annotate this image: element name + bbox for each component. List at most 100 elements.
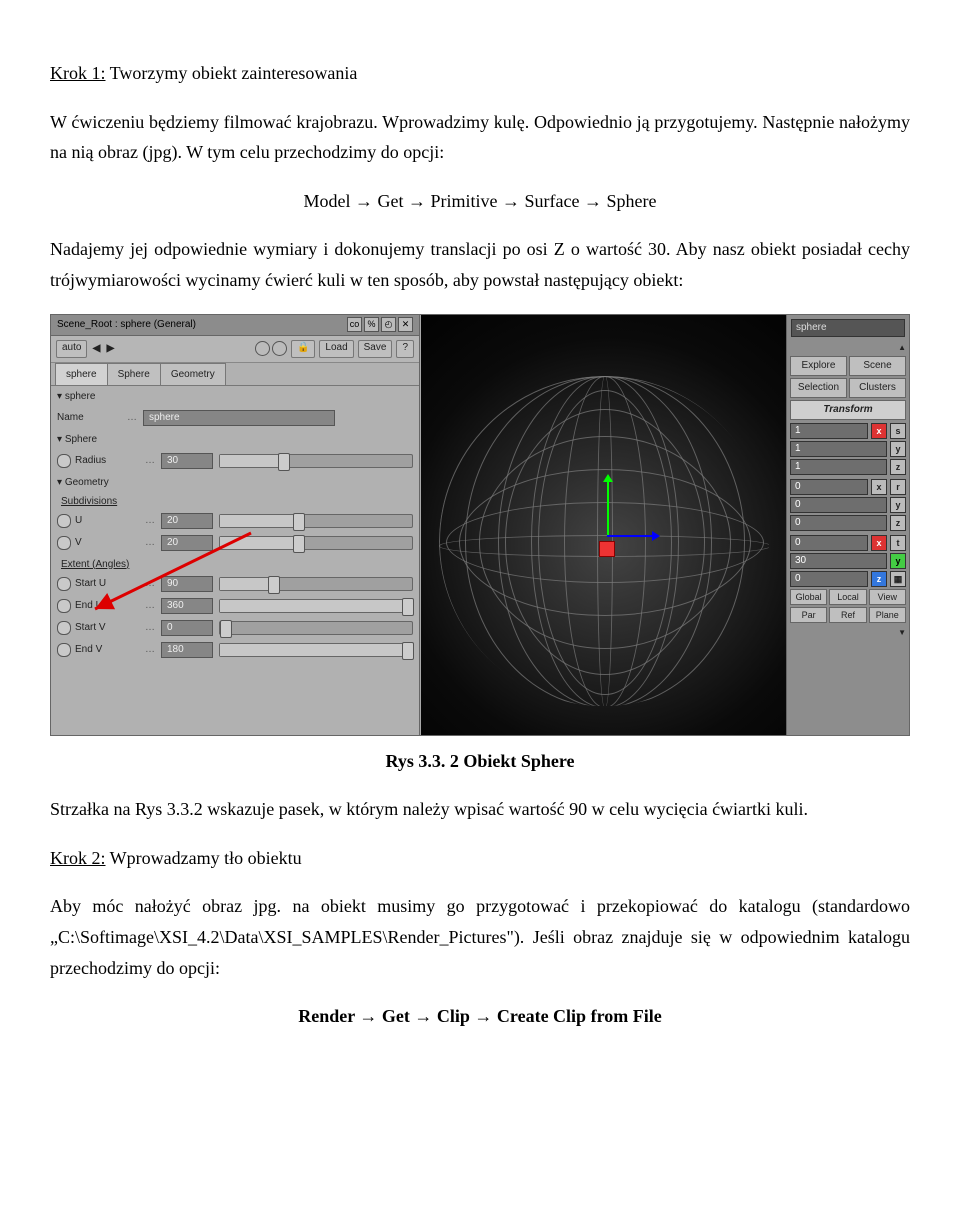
startv-anim-toggle[interactable] xyxy=(57,621,71,635)
z-axis-toggle[interactable]: z xyxy=(890,459,906,475)
transform-button[interactable]: Transform xyxy=(790,400,906,420)
geometry-group-toggle[interactable]: ▾ Geometry xyxy=(57,474,413,491)
ty-axis-toggle[interactable]: y xyxy=(890,553,906,569)
help-button[interactable]: ? xyxy=(396,340,414,358)
close-icon[interactable]: ✕ xyxy=(398,317,413,332)
startv-row: Start V … 0 xyxy=(51,617,419,639)
y-axis-icon xyxy=(607,477,609,535)
scene-button[interactable]: Scene xyxy=(849,356,906,376)
figure-caption: Rys 3.3. 2 Obiekt Sphere xyxy=(50,746,910,777)
endu-row: End U … 360 xyxy=(51,595,419,617)
prev-sibling-button[interactable]: ◀ xyxy=(91,340,101,357)
z-axis-icon xyxy=(607,535,657,537)
startu-input[interactable]: 90 xyxy=(161,576,213,592)
endv-slider[interactable] xyxy=(219,643,413,657)
search-input[interactable]: sphere xyxy=(791,319,905,337)
global-button[interactable]: Global xyxy=(790,589,827,605)
tab-geometry[interactable]: Geometry xyxy=(160,363,226,385)
tz-input[interactable]: 0 xyxy=(790,571,868,587)
node-toggle[interactable]: ▾ sphere xyxy=(57,388,413,405)
local-button[interactable]: Local xyxy=(829,589,866,605)
name-input[interactable]: sphere xyxy=(143,410,335,426)
view-button[interactable]: View xyxy=(869,589,906,605)
radius-slider[interactable] xyxy=(219,454,413,468)
step2-label: Krok 2: xyxy=(50,848,106,868)
panel-toolbar: auto ◀ ▶ 🔒 Load Save ? xyxy=(51,336,419,363)
property-panel: Scene_Root : sphere (General) co % ◴ ✕ a… xyxy=(51,315,420,735)
toolbar-icon-b[interactable] xyxy=(272,341,287,356)
tab-sphere-obj[interactable]: sphere xyxy=(55,363,108,385)
sx-input[interactable]: 1 xyxy=(790,423,868,439)
viewport-3d[interactable] xyxy=(421,315,787,735)
sphere-group-toggle[interactable]: ▾ Sphere xyxy=(57,431,413,448)
tx-input[interactable]: 0 xyxy=(790,535,868,551)
ref-button[interactable]: Ref xyxy=(829,607,866,623)
startu-anim-toggle[interactable] xyxy=(57,577,71,591)
startu-slider[interactable] xyxy=(219,577,413,591)
panel-title-bar: Scene_Root : sphere (General) co % ◴ ✕ xyxy=(51,315,419,336)
sz-input[interactable]: 1 xyxy=(790,459,887,475)
s-mode-button[interactable]: s xyxy=(890,423,906,439)
radius-anim-toggle[interactable] xyxy=(57,454,71,468)
endu-input[interactable]: 360 xyxy=(161,598,213,614)
u-row: U … 20 xyxy=(51,510,419,532)
plane-button[interactable]: Plane xyxy=(869,607,906,623)
t-extra-icon[interactable]: ▦ xyxy=(890,571,906,587)
v-input[interactable]: 20 xyxy=(161,535,213,551)
startv-slider[interactable] xyxy=(219,621,413,635)
sy-input[interactable]: 1 xyxy=(790,441,887,457)
pin-icon[interactable]: ◴ xyxy=(381,317,396,332)
scroll-up-icon[interactable]: ▲ xyxy=(898,341,906,355)
step1-heading: Krok 1: Tworzymy obiekt zainteresowania xyxy=(50,58,910,89)
tab-sphere-prim[interactable]: Sphere xyxy=(107,363,161,385)
v-anim-toggle[interactable] xyxy=(57,536,71,550)
endu-slider[interactable] xyxy=(219,599,413,613)
clip-icon[interactable]: % xyxy=(364,317,379,332)
post-figure-para: Strzałka na Rys 3.3.2 wskazuje pasek, w … xyxy=(50,794,910,825)
auto-button[interactable]: auto xyxy=(56,340,87,358)
startu-label: Start U xyxy=(75,575,145,592)
startv-input[interactable]: 0 xyxy=(161,620,213,636)
u-anim-toggle[interactable] xyxy=(57,514,71,528)
endu-anim-toggle[interactable] xyxy=(57,599,71,613)
command-panel: sphere ▲ Explore Scene Selection Cluster… xyxy=(786,315,909,735)
step1-title: Tworzymy obiekt zainteresowania xyxy=(106,63,358,83)
rx-input[interactable]: 0 xyxy=(790,479,868,495)
u-slider[interactable] xyxy=(219,514,413,528)
panel-tabs: sphere Sphere Geometry xyxy=(51,363,419,386)
step1-label: Krok 1: xyxy=(50,63,106,83)
x-axis-toggle[interactable]: x xyxy=(871,423,887,439)
rz-axis-toggle[interactable]: z xyxy=(890,515,906,531)
endv-label: End V xyxy=(75,641,145,658)
tx-axis-toggle[interactable]: x xyxy=(871,535,887,551)
subdivisions-label: Subdivisions xyxy=(61,493,419,510)
endv-input[interactable]: 180 xyxy=(161,642,213,658)
ry-input[interactable]: 0 xyxy=(790,497,887,513)
rz-input[interactable]: 0 xyxy=(790,515,887,531)
step1-para2: Nadajemy jej odpowiednie wymiary i dokon… xyxy=(50,234,910,295)
y-axis-toggle[interactable]: y xyxy=(890,441,906,457)
toolbar-icon-a[interactable] xyxy=(255,341,270,356)
scroll-down-icon[interactable]: ▼ xyxy=(898,626,906,640)
v-slider[interactable] xyxy=(219,536,413,550)
clusters-button[interactable]: Clusters xyxy=(849,378,906,398)
endv-anim-toggle[interactable] xyxy=(57,643,71,657)
rx-axis-toggle[interactable]: x xyxy=(871,479,887,495)
next-sibling-button[interactable]: ▶ xyxy=(105,340,115,357)
explore-button[interactable]: Explore xyxy=(790,356,847,376)
save-button[interactable]: Save xyxy=(358,340,393,358)
t-mode-button[interactable]: t xyxy=(890,535,906,551)
radius-label: Radius xyxy=(75,452,145,469)
recycle-icon[interactable]: co xyxy=(347,317,362,332)
ty-input[interactable]: 30 xyxy=(790,553,887,569)
tz-axis-toggle[interactable]: z xyxy=(871,571,887,587)
par-button[interactable]: Par xyxy=(790,607,827,623)
r-mode-button[interactable]: r xyxy=(890,479,906,495)
startv-label: Start V xyxy=(75,619,145,636)
u-input[interactable]: 20 xyxy=(161,513,213,529)
lock-button[interactable]: 🔒 xyxy=(291,340,315,358)
radius-input[interactable]: 30 xyxy=(161,453,213,469)
selection-button[interactable]: Selection xyxy=(790,378,847,398)
load-button[interactable]: Load xyxy=(319,340,353,358)
ry-axis-toggle[interactable]: y xyxy=(890,497,906,513)
